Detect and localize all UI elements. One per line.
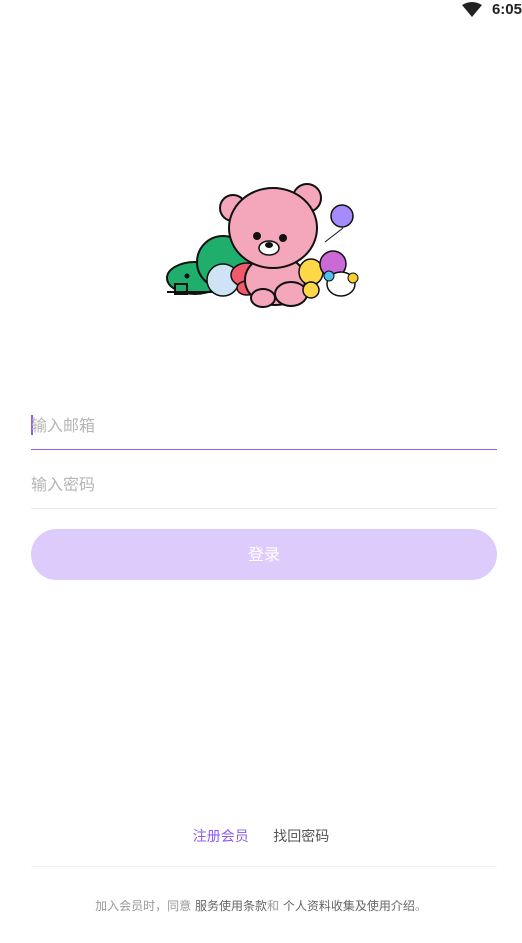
mascot-illustration (166, 183, 359, 308)
password-input[interactable] (31, 460, 497, 508)
forgot-password-link[interactable]: 找回密码 (273, 829, 329, 845)
wifi-icon (462, 2, 482, 17)
terms-and: 和 (266, 899, 283, 913)
terms-of-service-link[interactable]: 服务使用条款 (195, 899, 267, 913)
register-link[interactable]: 注册会员 (193, 829, 249, 845)
status-bar: 6:05 (0, 0, 522, 22)
divider (31, 866, 497, 867)
login-button[interactable]: 登录 (31, 529, 497, 580)
email-field[interactable] (31, 401, 497, 450)
privacy-policy-link[interactable]: 个人资料收集及使用介绍 (283, 899, 415, 913)
terms-suffix: 。 (414, 899, 427, 913)
password-field[interactable] (31, 460, 497, 509)
status-time: 6:05 (491, 1, 522, 18)
email-input[interactable] (31, 401, 497, 449)
auth-links: 注册会员 找回密码 (0, 826, 522, 846)
terms-prefix: 加入会员时，同意 (95, 899, 195, 913)
terms-footer: 加入会员时，同意 服务使用条款和 个人资料收集及使用介绍。 (0, 897, 522, 914)
